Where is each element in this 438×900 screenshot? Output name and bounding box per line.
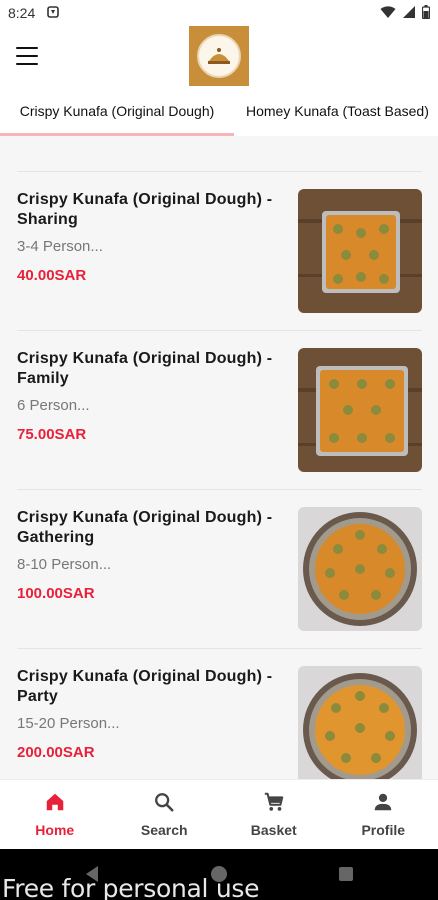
product-title: Crispy Kunafa (Original Dough) - Family bbox=[17, 350, 273, 387]
menu-button[interactable] bbox=[14, 44, 40, 68]
tab-indicator bbox=[0, 133, 234, 136]
product-price: 75.00SAR bbox=[17, 426, 87, 443]
cart-icon bbox=[263, 791, 285, 822]
tab-homey-kunafa[interactable]: Homey Kunafa (Toast Based) bbox=[234, 88, 438, 136]
watermark-text: Free for personal use bbox=[2, 874, 260, 900]
signal-icon bbox=[402, 5, 416, 22]
product-description: 8-10 Person... bbox=[17, 556, 112, 573]
menu-icon-bar bbox=[16, 47, 38, 49]
search-icon bbox=[153, 791, 175, 822]
app-bar bbox=[0, 26, 438, 88]
product-image bbox=[298, 666, 422, 790]
nav-search[interactable]: Search bbox=[110, 780, 220, 849]
product-image bbox=[298, 189, 422, 313]
bottom-navigation: Home Search Basket Profile bbox=[0, 779, 438, 849]
logo-emblem bbox=[197, 34, 241, 78]
product-image bbox=[298, 348, 422, 472]
nav-basket[interactable]: Basket bbox=[219, 780, 329, 849]
product-title: Crispy Kunafa (Original Dough) - Party bbox=[17, 668, 273, 705]
status-bar: 8:24 bbox=[0, 0, 438, 26]
category-tabs: Crispy Kunafa (Original Dough) Homey Kun… bbox=[0, 88, 438, 136]
wifi-icon bbox=[380, 5, 396, 22]
product-image bbox=[298, 507, 422, 631]
recent-apps-icon[interactable] bbox=[339, 867, 353, 881]
menu-icon-bar bbox=[16, 55, 38, 57]
product-item[interactable]: Crispy Kunafa (Original Dough) - Gatheri… bbox=[17, 489, 422, 648]
product-price: 200.00SAR bbox=[17, 744, 95, 761]
person-icon bbox=[372, 791, 394, 822]
product-title: Crispy Kunafa (Original Dough) - Gatheri… bbox=[17, 509, 273, 546]
menu-icon-bar bbox=[16, 63, 38, 65]
battery-icon bbox=[421, 4, 431, 22]
product-list: Crispy Kunafa (Original Dough) - Sharing… bbox=[17, 171, 422, 807]
status-time: 8:24 bbox=[8, 5, 36, 21]
product-description: 15-20 Person... bbox=[17, 715, 120, 732]
product-description: 6 Person... bbox=[17, 397, 90, 414]
product-item[interactable]: Crispy Kunafa (Original Dough) - Sharing… bbox=[17, 171, 422, 330]
product-price: 40.00SAR bbox=[17, 267, 87, 284]
home-icon bbox=[44, 791, 66, 822]
nav-label-search: Search bbox=[140, 822, 188, 838]
nav-home[interactable]: Home bbox=[0, 780, 110, 849]
product-item[interactable]: Crispy Kunafa (Original Dough) - Family … bbox=[17, 330, 422, 489]
nav-label-home: Home bbox=[35, 822, 75, 838]
notification-icon bbox=[47, 5, 60, 21]
nav-profile[interactable]: Profile bbox=[329, 780, 438, 849]
tab-crispy-kunafa[interactable]: Crispy Kunafa (Original Dough) bbox=[0, 88, 234, 136]
product-price: 100.00SAR bbox=[17, 585, 95, 602]
product-description: 3-4 Person... bbox=[17, 238, 103, 255]
nav-label-profile: Profile bbox=[361, 822, 406, 838]
product-title: Crispy Kunafa (Original Dough) - Sharing bbox=[17, 191, 273, 228]
nav-label-basket: Basket bbox=[250, 822, 297, 838]
brand-logo bbox=[189, 26, 249, 86]
